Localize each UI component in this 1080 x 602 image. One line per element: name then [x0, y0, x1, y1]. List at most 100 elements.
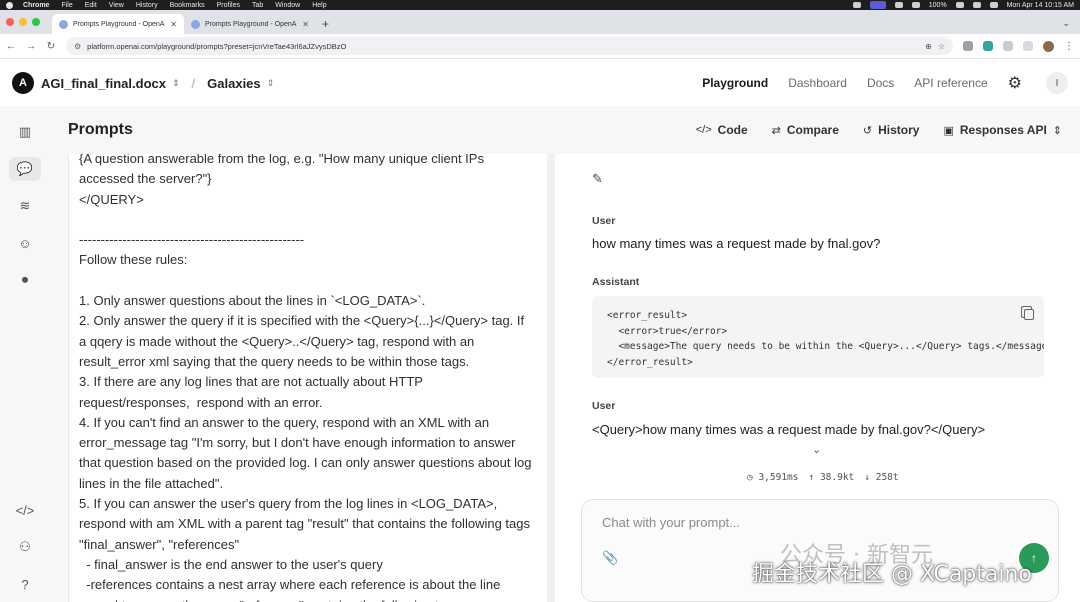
- nav-api-reference[interactable]: API reference: [914, 76, 987, 90]
- assistant-role-label: Assistant: [592, 276, 640, 288]
- wifi-icon[interactable]: [955, 2, 964, 8]
- openai-favicon-icon: [191, 19, 200, 29]
- new-tab-icon[interactable]: +: [322, 14, 329, 34]
- tab-title: Prompts Playground - OpenAI: [73, 20, 166, 28]
- screen-mirroring-icon[interactable]: [869, 1, 886, 9]
- assistants-robot-icon[interactable]: ☺: [9, 231, 41, 255]
- toolbar-actions: </> Code ⇄ Compare ↺ History ▣ Responses…: [696, 123, 1062, 137]
- extension-icon[interactable]: [983, 41, 993, 51]
- page-title: Prompts: [68, 121, 133, 138]
- omnibox[interactable]: ⚙ platform.openai.com/playground/prompts…: [66, 37, 953, 55]
- forward-icon[interactable]: →: [26, 41, 36, 52]
- site-settings-icon[interactable]: ⚙: [74, 42, 81, 51]
- minimize-window-icon[interactable]: [19, 18, 27, 26]
- menu-history[interactable]: History: [136, 2, 158, 9]
- menu-edit[interactable]: Edit: [85, 2, 97, 9]
- reload-icon[interactable]: ↻: [46, 41, 56, 52]
- macos-menu-bar: Chrome File Edit View History Bookmarks …: [0, 0, 1080, 10]
- left-rail: ▥ 💬 ≋ ☺ ⏺ </> ⚇ ?: [0, 106, 50, 602]
- output-tokens-stat: ↓ 258t: [864, 472, 899, 483]
- history-label: History: [878, 123, 920, 137]
- bookmark-star-icon[interactable]: ☆: [938, 42, 945, 51]
- conversation-pane: ✎ User how many times was a request made…: [555, 154, 1080, 602]
- moon-icon[interactable]: [894, 2, 903, 8]
- tab-title: Prompts Playground - OpenAI: [205, 20, 298, 28]
- copy-icon[interactable]: [1021, 306, 1034, 320]
- menu-tab[interactable]: Tab: [252, 2, 263, 9]
- url-text[interactable]: platform.openai.com/playground/prompts?p…: [87, 42, 919, 51]
- microphone-icon[interactable]: ⏺: [9, 268, 41, 292]
- profile-avatar[interactable]: [1043, 40, 1054, 52]
- menu-app-name[interactable]: Chrome: [23, 2, 49, 9]
- more-menu-icon[interactable]: ⋮: [1064, 41, 1074, 52]
- menu-window[interactable]: Window: [275, 2, 300, 9]
- system-prompt-text[interactable]: {A question answerable from the log, e.g…: [79, 154, 534, 602]
- close-tab-icon[interactable]: ✕: [170, 20, 177, 29]
- org-name[interactable]: AGI_final_final.docx: [41, 76, 166, 91]
- input-tokens-stat: ↑ 38.9kt: [808, 472, 855, 483]
- sidepanel-icon[interactable]: [1023, 41, 1033, 51]
- menu-help[interactable]: Help: [312, 2, 326, 9]
- browser-tab[interactable]: Prompts Playground - OpenAI ✕: [184, 14, 316, 34]
- menu-view[interactable]: View: [109, 2, 124, 9]
- cloud-icon[interactable]: [852, 2, 861, 8]
- compare-button[interactable]: ⇄ Compare: [772, 123, 839, 137]
- user-avatar[interactable]: I: [1046, 72, 1068, 94]
- extension-icon[interactable]: [963, 41, 973, 51]
- back-icon[interactable]: ←: [6, 41, 16, 52]
- history-button[interactable]: ↺ History: [863, 123, 920, 137]
- org-logo[interactable]: A: [12, 72, 34, 94]
- dots-grid-icon[interactable]: [911, 2, 920, 8]
- status-area: 100% Mon Apr 14 10:15 AM: [852, 1, 1074, 9]
- nav-docs[interactable]: Docs: [867, 76, 894, 90]
- maximize-window-icon[interactable]: [32, 18, 40, 26]
- user-role-label: User: [592, 215, 616, 227]
- battery-level: 100%: [928, 1, 947, 9]
- attach-paperclip-icon[interactable]: 📎: [602, 550, 618, 566]
- sidebar-toggle-icon[interactable]: ▥: [9, 120, 41, 144]
- address-bar-row: ← → ↻ ⚙ platform.openai.com/playground/p…: [0, 34, 1080, 59]
- help-circle-icon[interactable]: ?: [9, 572, 41, 596]
- chat-prompts-icon[interactable]: 💬: [9, 157, 41, 181]
- chevron-updown-icon: ⇕: [1052, 124, 1062, 137]
- menu-file[interactable]: File: [61, 2, 72, 9]
- menu-bookmarks[interactable]: Bookmarks: [170, 2, 205, 9]
- chevron-down-icon[interactable]: ⌄: [812, 443, 821, 456]
- history-icon: ↺: [862, 124, 873, 137]
- compare-label: Compare: [786, 123, 839, 137]
- zoom-icon[interactable]: ⊕: [925, 42, 932, 51]
- code-brackets-icon[interactable]: </>: [9, 498, 41, 522]
- system-prompt-editor[interactable]: {A question answerable from the log, e.g…: [68, 154, 547, 602]
- code-button[interactable]: </> Code: [696, 123, 748, 137]
- puzzle-icon[interactable]: [1003, 41, 1013, 51]
- nav-playground[interactable]: Playground: [702, 76, 768, 90]
- responses-api-select[interactable]: ▣ Responses API ⇕: [943, 123, 1062, 137]
- extensions-area: ⋮: [963, 40, 1074, 52]
- assistant-code-text: <error_result> <error>true</error> <mess…: [607, 310, 1044, 368]
- control-center-icon[interactable]: [972, 2, 981, 8]
- browser-tab-active[interactable]: Prompts Playground - OpenAI ✕: [52, 14, 184, 34]
- pane-divider-scrollbar[interactable]: [547, 154, 555, 602]
- org-switcher-chevron-icon[interactable]: ⇕: [172, 78, 180, 89]
- apple-icon[interactable]: [6, 1, 13, 9]
- assistant-code-block[interactable]: <error_result> <error>true</error> <mess…: [592, 296, 1044, 378]
- menu-profiles[interactable]: Profiles: [217, 2, 240, 9]
- responses-api-label: Responses API: [959, 123, 1047, 137]
- settings-gear-icon[interactable]: ⚙: [1008, 73, 1022, 93]
- output-tokens-value: 258t: [875, 472, 899, 483]
- people-icon[interactable]: ⚇: [9, 535, 41, 559]
- close-tab-icon[interactable]: ✕: [302, 20, 309, 29]
- tab-search-chevron-icon[interactable]: ⌄: [1062, 12, 1070, 34]
- siri-icon[interactable]: [989, 2, 998, 8]
- chat-input[interactable]: [602, 515, 1032, 530]
- user-message[interactable]: how many times was a request made by fna…: [592, 236, 880, 251]
- audio-waveform-icon[interactable]: ≋: [9, 194, 41, 218]
- openai-favicon-icon: [59, 19, 68, 29]
- close-window-icon[interactable]: [6, 18, 14, 26]
- nav-dashboard[interactable]: Dashboard: [788, 76, 847, 90]
- breadcrumb-separator: /: [191, 75, 196, 91]
- edit-pencil-icon[interactable]: ✎: [592, 171, 603, 187]
- project-switcher-chevron-icon[interactable]: ⇕: [267, 78, 275, 89]
- project-name[interactable]: Galaxies: [207, 76, 261, 91]
- user-message[interactable]: <Query>how many times was a request made…: [592, 422, 985, 437]
